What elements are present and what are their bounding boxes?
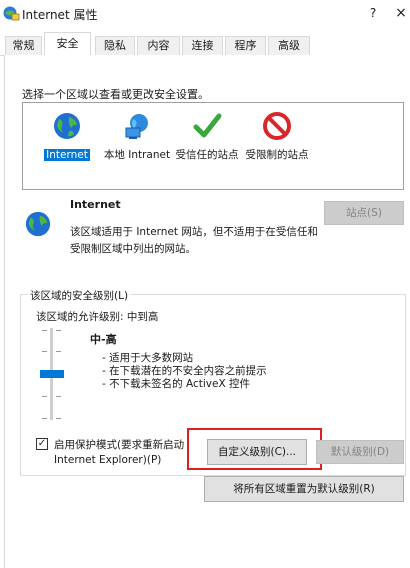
help-button[interactable]: ? [360,2,386,24]
zone-list: Internet 本地 Intranet 受信任的站点 受限制的站点 [22,102,404,190]
protected-mode-label-cont: Internet Explorer)(P) [54,454,162,466]
zone-restricted-sites[interactable]: 受限制的站点 [239,103,315,189]
window-title: Internet 属性 [22,8,98,22]
tab-connections[interactable]: 连接 [182,36,223,56]
close-button[interactable]: × [392,2,410,24]
slider-tick [42,351,47,352]
default-level-button[interactable]: 默认级别(D) [316,440,404,464]
slider-tick [42,418,47,419]
zone-label: 受信任的站点 [175,149,239,161]
zone-local-intranet[interactable]: 本地 Intranet [99,103,175,189]
zone-description: 该区域适用于 Internet 网站，但不适用于在受信任和受限制区域中列出的网站… [70,226,318,255]
level-bullet: - 不下载未签名的 ActiveX 控件 [102,378,250,390]
tab-programs[interactable]: 程序 [225,36,266,56]
slider-tick [56,396,61,397]
tab-security[interactable]: 安全 [44,32,91,56]
slider-tick [56,330,61,331]
zone-label: Internet [44,149,90,161]
globe-icon [54,113,80,139]
globe-icon [25,211,51,237]
allowed-levels-label: 该区域的允许级别: 中到高 [36,311,159,323]
level-bullet: - 在下载潜在的不安全内容之前提示 [102,365,267,377]
zone-label: 受限制的站点 [245,149,309,161]
tab-privacy[interactable]: 隐私 [95,36,135,56]
security-slider-thumb[interactable] [40,370,64,378]
slider-tick [56,351,61,352]
zone-prompt: 选择一个区域以查看或更改安全设置。 [22,88,209,101]
level-description: - 适用于大多数网站 - 在下载潜在的不安全内容之前提示 - 不下载未签名的 A… [102,352,267,391]
slider-tick [42,330,47,331]
slider-tick [42,396,47,397]
restricted-icon [263,112,291,140]
zone-trusted-sites[interactable]: 受信任的站点 [169,103,245,189]
protected-mode-checkbox[interactable]: ✓ [36,438,48,450]
level-name: 中-高 [90,333,117,346]
zone-label: 本地 Intranet [103,149,171,161]
security-level-heading: 该区域的安全级别(L) [28,288,131,303]
zone-title: Internet [70,198,121,211]
sites-button[interactable]: 站点(S) [324,201,404,225]
internet-options-icon [3,6,20,21]
protected-mode-label: 启用保护模式(要求重新启动 [54,439,185,451]
tab-advanced[interactable]: 高级 [268,36,310,56]
intranet-icon [125,114,148,139]
slider-tick [56,418,61,419]
check-icon [193,113,222,138]
tab-content[interactable]: 内容 [137,36,180,56]
zone-internet[interactable]: Internet [29,103,105,189]
level-bullet: - 适用于大多数网站 [102,352,194,364]
highlight-box [187,428,322,470]
tab-general[interactable]: 常规 [5,36,42,56]
reset-all-zones-button[interactable]: 将所有区域重置为默认级别(R) [204,476,404,502]
